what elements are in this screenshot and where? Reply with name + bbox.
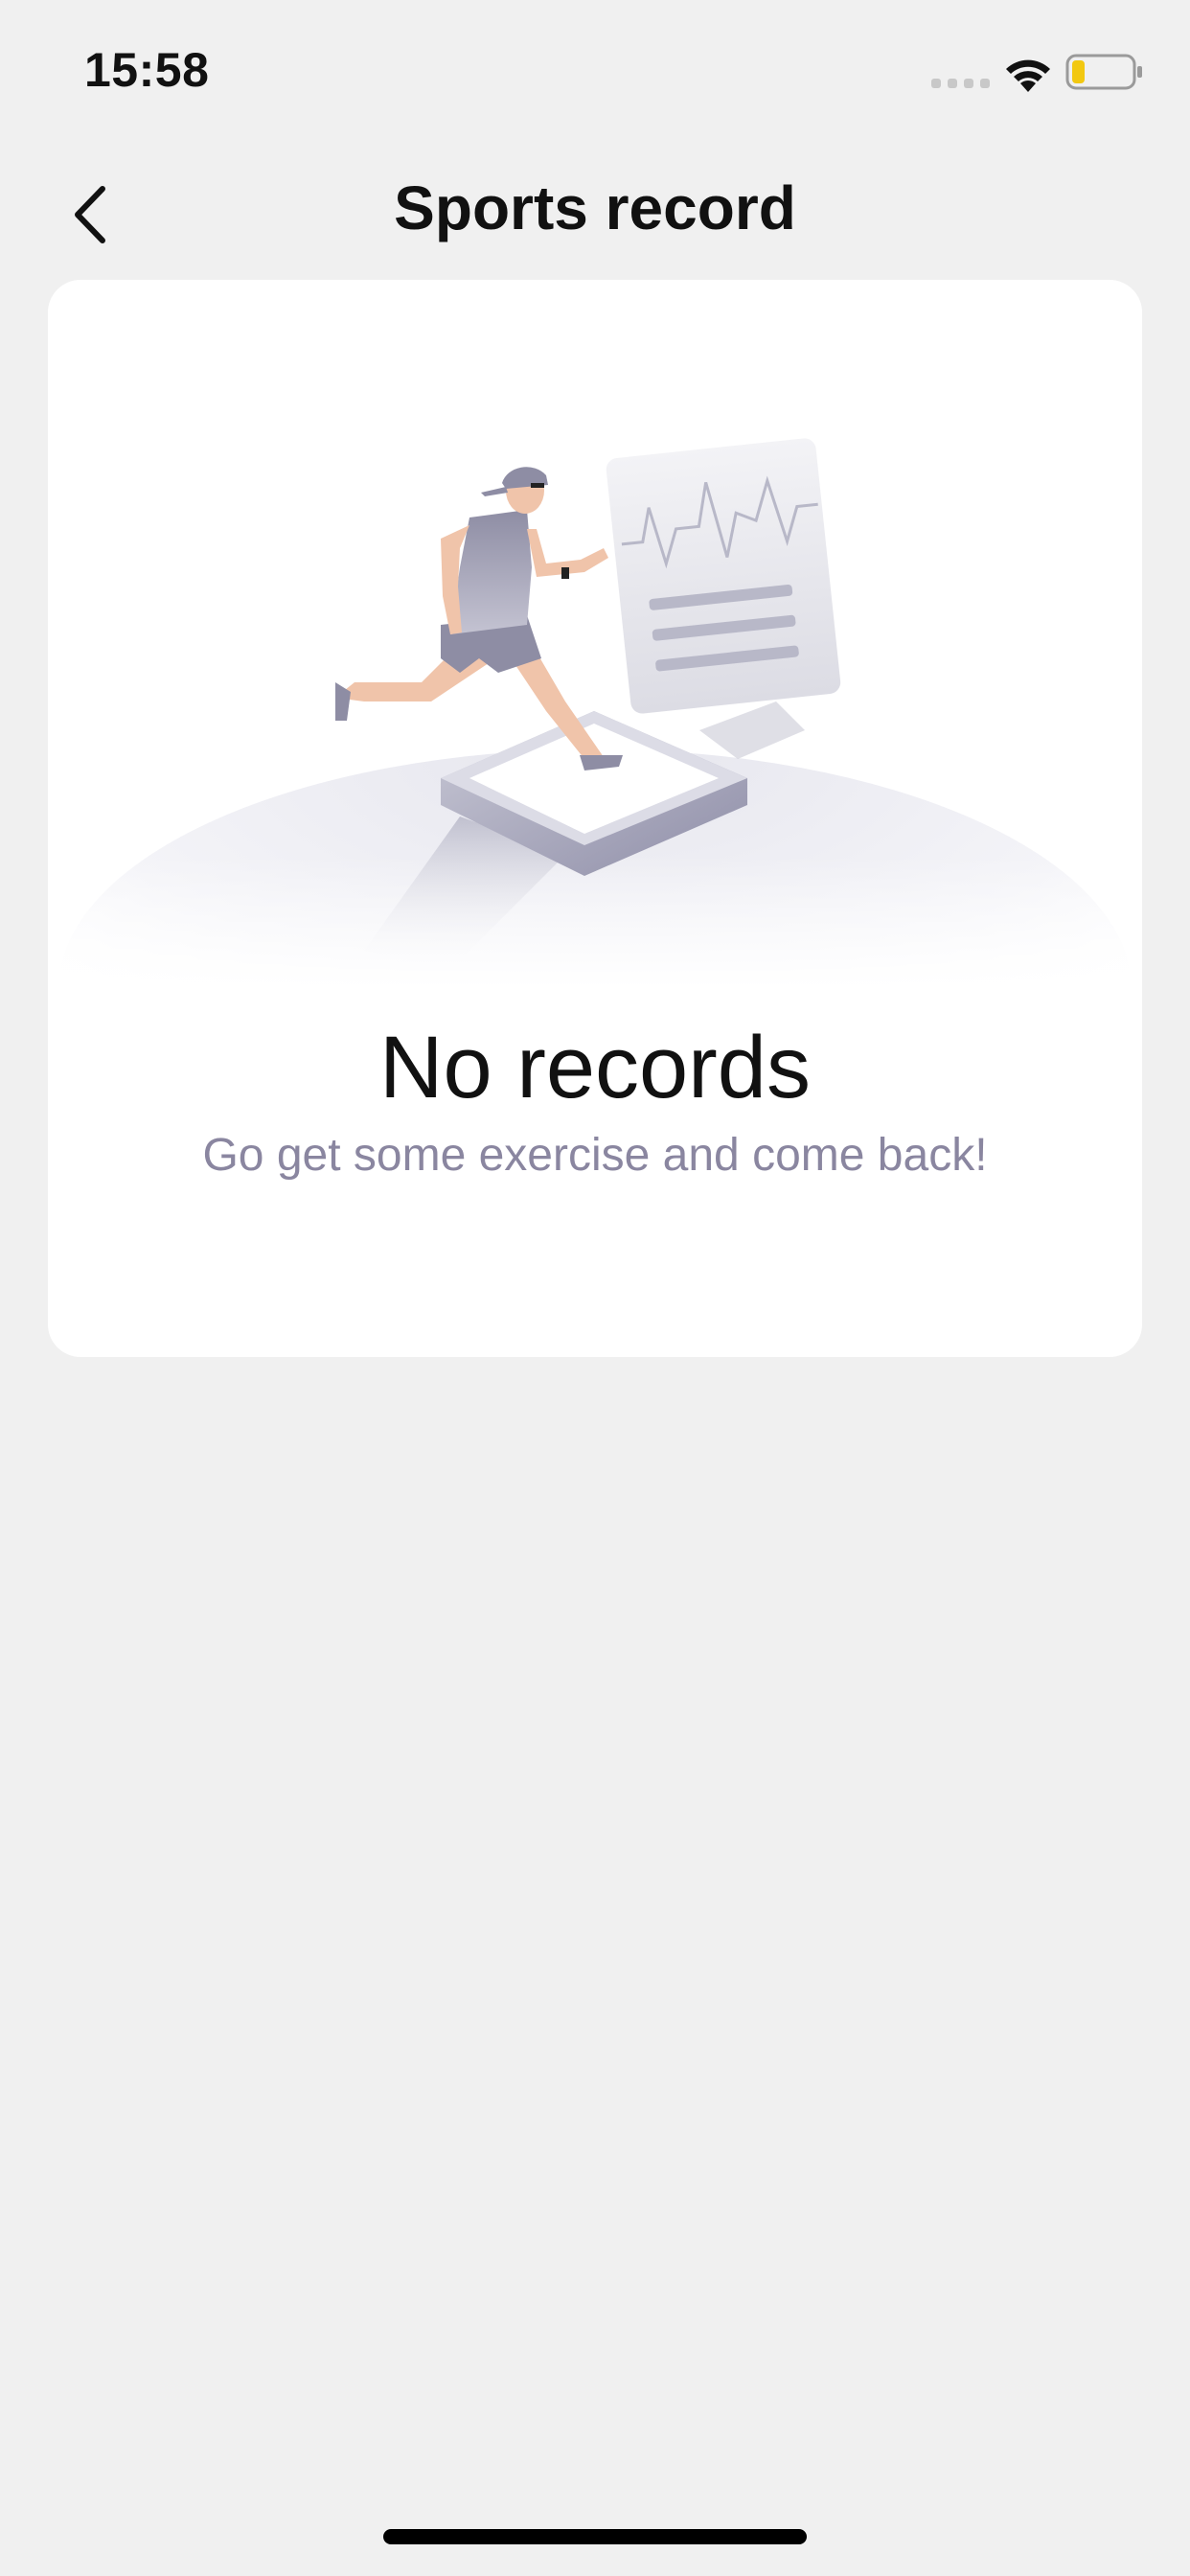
cellular-signal-icon bbox=[931, 79, 990, 88]
status-time: 15:58 bbox=[84, 43, 210, 97]
battery-icon bbox=[1065, 54, 1142, 90]
home-indicator[interactable] bbox=[383, 2529, 807, 2544]
runner-illustration bbox=[48, 438, 1142, 989]
empty-state-card: No records Go get some exercise and come… bbox=[48, 280, 1142, 1357]
empty-state-subtitle: Go get some exercise and come back! bbox=[202, 1130, 988, 1181]
empty-state-title: No records bbox=[379, 1019, 811, 1116]
nav-bar: Sports record bbox=[0, 153, 1190, 268]
status-bar: 15:58 bbox=[0, 0, 1190, 144]
page-title: Sports record bbox=[394, 173, 796, 242]
wifi-icon bbox=[1006, 59, 1050, 92]
